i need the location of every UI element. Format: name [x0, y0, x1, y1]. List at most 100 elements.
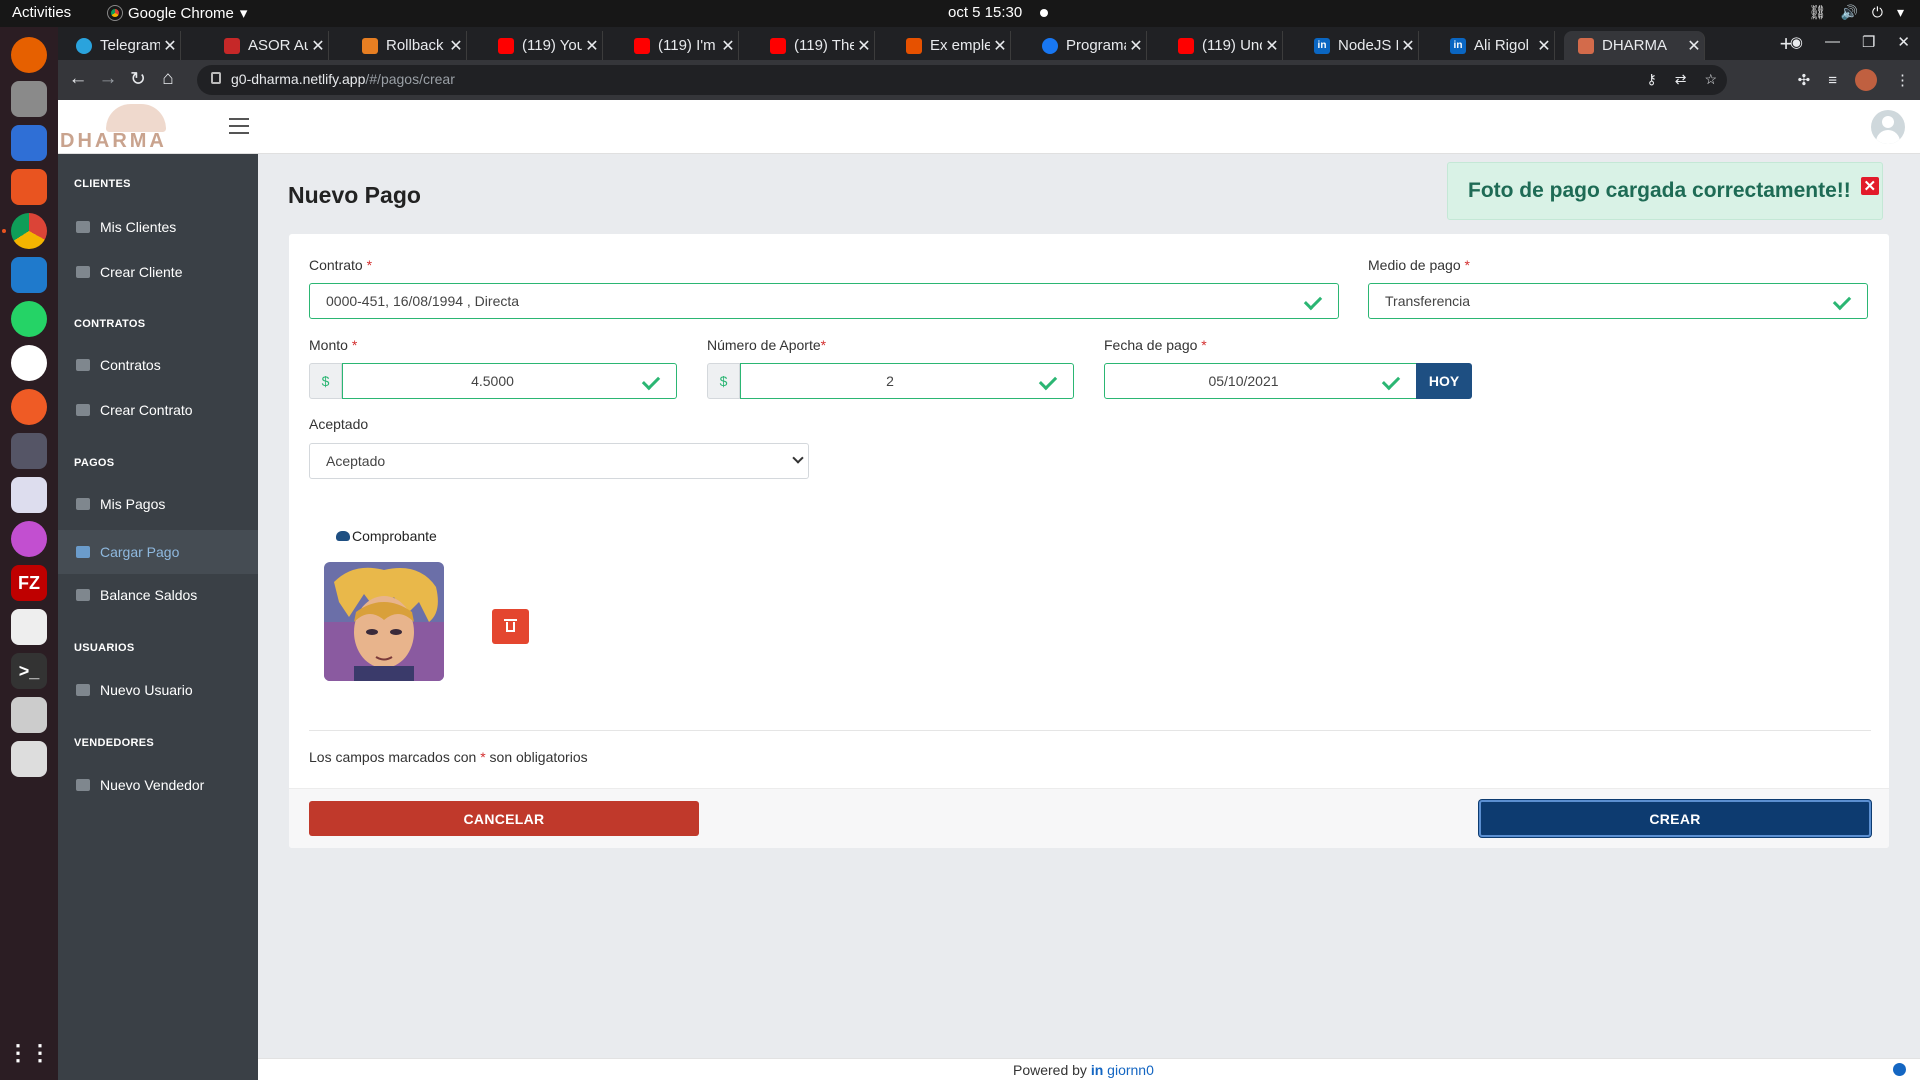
key-icon[interactable]: ⚷	[1646, 71, 1656, 88]
mongodb-compass-icon[interactable]	[11, 345, 47, 381]
tab-dharma[interactable]: DHARMA ✕	[1564, 31, 1705, 60]
whatsapp-icon[interactable]	[11, 301, 47, 337]
sidebar-item-mis-pagos[interactable]: Mis Pagos	[58, 482, 258, 526]
medio-pago-label: Medio de pago *	[1368, 257, 1470, 273]
github-icon[interactable]	[1893, 1063, 1906, 1076]
today-button[interactable]: HOY	[1416, 363, 1472, 399]
close-icon[interactable]: ✕	[582, 36, 602, 56]
medio-pago-select[interactable]: Transferencia	[1368, 283, 1868, 319]
logo-text: DHARMA	[60, 130, 167, 152]
tab-facebook[interactable]: Programa ✕	[1028, 31, 1147, 60]
color-picker-icon[interactable]	[11, 521, 47, 557]
tab-youtube-1[interactable]: (119) YouT ✕	[484, 31, 603, 60]
reading-list-icon[interactable]: ≡	[1828, 72, 1837, 89]
notes-icon[interactable]	[11, 609, 47, 645]
search-icon[interactable]	[11, 697, 47, 733]
youtube-icon	[634, 37, 650, 54]
author-link[interactable]: giornn0	[1107, 1062, 1154, 1078]
comprobante-upload[interactable]: Comprobante	[336, 528, 437, 544]
close-icon[interactable]: ✕	[1262, 36, 1282, 56]
tab-asor[interactable]: ASOR Aut ✕	[210, 31, 329, 60]
toast-message: Foto de pago cargada correctamente!!	[1468, 179, 1851, 202]
translate-icon[interactable]: ⇄	[1675, 71, 1687, 88]
numero-aporte-input[interactable]: 2	[740, 363, 1074, 399]
files-icon[interactable]	[11, 81, 47, 117]
create-button[interactable]: CREAR	[1479, 800, 1871, 837]
tab-linkedin-2[interactable]: in Ali Rigol | ✕	[1436, 31, 1555, 60]
chrome-icon[interactable]	[11, 213, 47, 249]
reload-icon[interactable]: ↻	[126, 68, 150, 91]
url-text[interactable]: g0-dharma.netlify.app/#/pagos/crear	[231, 71, 455, 87]
menu-toggle-icon[interactable]	[229, 118, 249, 134]
address-bar[interactable]: g0-dharma.netlify.app/#/pagos/crear ⚷ ⇄ …	[197, 65, 1727, 95]
close-icon[interactable]: ✕	[1398, 36, 1418, 56]
extensions-icon[interactable]: ✣	[1798, 71, 1811, 89]
monto-input[interactable]: 4.5000	[342, 363, 677, 399]
sidebar-section-pagos: PAGOS	[74, 457, 115, 469]
fecha-pago-input[interactable]: 05/10/2021	[1104, 363, 1417, 399]
filezilla-icon[interactable]: FZ	[11, 565, 47, 601]
media-player-icon[interactable]	[11, 741, 47, 777]
vscode-icon[interactable]	[11, 257, 47, 293]
lock-icon[interactable]	[211, 72, 221, 84]
sidebar-item-nuevo-usuario[interactable]: Nuevo Usuario	[58, 668, 258, 712]
forward-icon[interactable]: →	[96, 68, 120, 90]
tab-telegram[interactable]: Telegram ✕	[62, 31, 181, 60]
aceptado-select[interactable]: Aceptado	[309, 443, 809, 479]
tab-title: (119) I'm n	[658, 37, 718, 54]
cancel-button[interactable]: CANCELAR	[309, 801, 699, 836]
sidebar-item-cargar-pago[interactable]: Cargar Pago	[58, 530, 258, 574]
software-center-icon[interactable]	[11, 169, 47, 205]
home-icon[interactable]: ⌂	[156, 68, 180, 90]
tab-rollback[interactable]: Rollback o ✕	[348, 31, 467, 60]
close-icon[interactable]: ✕	[1126, 36, 1146, 56]
sidebar-item-nuevo-vendedor[interactable]: Nuevo Vendedor	[58, 763, 258, 807]
close-icon[interactable]: ✕	[1860, 177, 1879, 195]
sidebar-item-mis-clientes[interactable]: Mis Clientes	[58, 205, 258, 249]
document-viewer-icon[interactable]	[11, 477, 47, 513]
tab-linkedin-1[interactable]: in NodeJS De ✕	[1300, 31, 1419, 60]
back-icon[interactable]: ←	[66, 68, 90, 90]
system-clock[interactable]: oct 5 15:30	[948, 4, 1022, 21]
powered-by-text: Powered by	[1013, 1062, 1091, 1078]
show-apps-icon[interactable]: ⋮⋮	[7, 1035, 51, 1071]
firefox-icon[interactable]	[11, 37, 47, 73]
close-icon[interactable]: ✕	[990, 36, 1010, 56]
tab-youtube-2[interactable]: (119) I'm n ✕	[620, 31, 739, 60]
profile-avatar[interactable]	[1855, 69, 1877, 91]
activities-button[interactable]: Activities	[12, 4, 71, 21]
system-tray[interactable]: ⛓ 🔊 ⏻ ▾	[1809, 4, 1904, 21]
close-icon[interactable]: ✕	[854, 36, 874, 56]
delete-photo-button[interactable]	[492, 609, 529, 644]
sidebar-item-crear-contrato[interactable]: Crear Contrato	[58, 388, 258, 432]
sidebar-item-crear-cliente[interactable]: Crear Cliente	[58, 250, 258, 294]
tab-ex-empleados[interactable]: Ex emplea ✕	[892, 31, 1011, 60]
terminal-icon[interactable]: >_	[11, 653, 47, 689]
minimize-icon[interactable]: —	[1825, 33, 1840, 51]
user-avatar-icon[interactable]	[1871, 110, 1905, 144]
close-icon[interactable]: ✕	[160, 36, 180, 56]
close-icon[interactable]: ✕	[718, 36, 738, 56]
close-icon[interactable]: ✕	[1684, 36, 1704, 56]
money-icon	[76, 498, 90, 510]
sidebar-item-contratos[interactable]: Contratos	[58, 343, 258, 387]
tab-youtube-4[interactable]: (119) Unde ✕	[1164, 31, 1283, 60]
star-icon[interactable]: ☆	[1704, 71, 1717, 88]
postman-icon[interactable]	[11, 389, 47, 425]
maximize-icon[interactable]: ❐	[1862, 33, 1875, 51]
close-icon[interactable]: ✕	[446, 36, 466, 56]
close-icon[interactable]: ✕	[1534, 36, 1554, 56]
gimp-icon[interactable]	[11, 433, 47, 469]
linkedin-icon[interactable]: in	[1091, 1062, 1103, 1078]
tab-search-icon[interactable]: ◉	[1790, 33, 1803, 51]
sidebar-item-balance-saldos[interactable]: Balance Saldos	[58, 573, 258, 617]
app-menu[interactable]: Google Chrome ▾	[107, 4, 247, 22]
contrato-select[interactable]: 0000-451, 16/08/1994 , Directa	[309, 283, 1339, 319]
close-window-icon[interactable]: ✕	[1897, 33, 1910, 51]
close-icon[interactable]: ✕	[308, 36, 328, 56]
more-menu-icon[interactable]: ⋮	[1895, 71, 1910, 89]
app-logo[interactable]: DHARMA	[58, 100, 213, 154]
tab-youtube-3[interactable]: (119) The F ✕	[756, 31, 875, 60]
chrome-icon	[107, 5, 123, 21]
text-editor-icon[interactable]	[11, 125, 47, 161]
